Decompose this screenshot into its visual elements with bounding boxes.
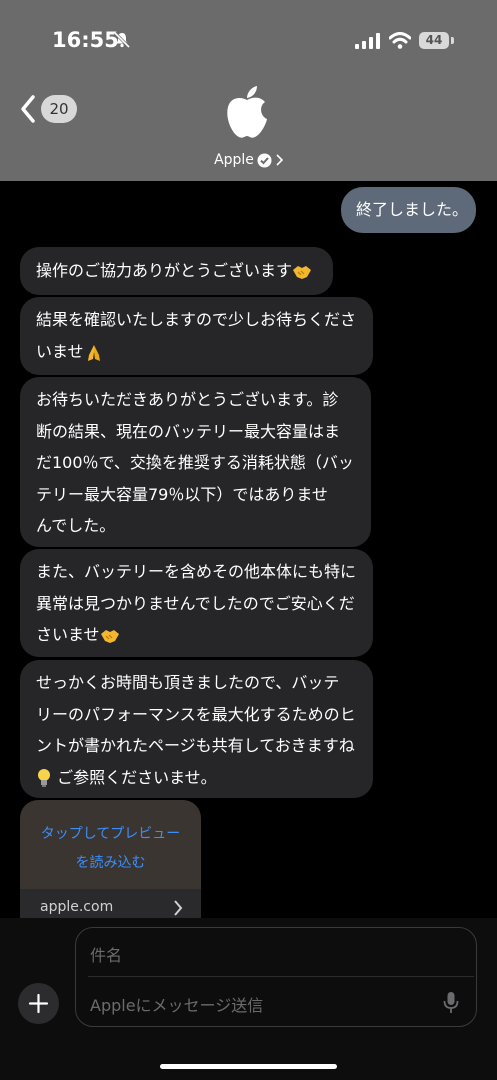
link-preview-line: を読み込む [75, 855, 146, 871]
incoming-message-bubble[interactable]: 結果を確認いたしますので少しお待ちくださ いませ [20, 297, 373, 375]
battery-nub [451, 37, 454, 44]
message-line: リーのパフォーマンスを最大化するためのヒ [36, 704, 356, 724]
message-line: お待ちいただきありがとうございます。診 [36, 390, 339, 409]
message-line: んでした。 [36, 516, 116, 535]
compose-divider [88, 976, 474, 977]
back-chevron-icon[interactable] [19, 94, 37, 124]
verified-badge-icon [257, 153, 272, 167]
message-line: 異常は見つかりませんでしたのでご安心くだ [36, 593, 355, 613]
status-time: 16:55 [52, 28, 119, 52]
wifi-icon [389, 32, 411, 49]
mic-icon[interactable] [443, 991, 459, 1015]
outgoing-message-bubble[interactable]: 終了しました。 [341, 187, 476, 233]
message-line: ントが書かれたページも共有しておきますね [36, 736, 355, 755]
incoming-message-bubble[interactable]: 操作のご協力ありがとうございます [20, 247, 333, 295]
chevron-right-icon [276, 154, 283, 166]
signal-icon [355, 33, 380, 49]
message-line: せっかくお時間も頂きましたので、バッテ [36, 673, 340, 692]
message-line: 結果を確認いたしますので少しお待ちくださ [36, 310, 357, 329]
message-line: さいませ [36, 625, 100, 644]
message-line: いませ [36, 341, 84, 361]
link-preview-prompt[interactable]: タップしてプレビュー を読み込む [20, 820, 201, 878]
message-line: だ100％で、交換を推奨する消耗状態（バッ [36, 453, 354, 472]
message-line: テリー最大容量79％以下）ではありませ [36, 484, 328, 504]
link-domain: apple.com [40, 899, 114, 915]
handshake-emoji [100, 629, 119, 643]
battery-icon: 44 [419, 32, 449, 49]
incoming-message-bubble[interactable]: また、バッテリーを含めその他本体にも特に 異常は見つかりませんでしたのでご安心く… [20, 549, 373, 657]
message-line: また、バッテリーを含めその他本体にも特に [36, 562, 357, 581]
link-preview-line: タップしてプレビュー [40, 826, 181, 842]
mute-icon [113, 31, 131, 49]
pray-emoji [87, 345, 100, 361]
message-line: ご参照くださいませ。 [57, 767, 217, 787]
handshake-emoji [293, 265, 312, 279]
contact-name-row[interactable]: Apple [0, 152, 497, 168]
add-attachment-button[interactable] [18, 983, 59, 1024]
subject-input[interactable]: 件名 [90, 942, 122, 966]
apple-logo-icon [227, 86, 267, 138]
incoming-message-bubble[interactable]: お待ちいただきありがとうございます。診 断の結果、現在のバッテリー最大容量はま … [20, 377, 371, 547]
message-line: 断の結果、現在のバッテリー最大容量はま [36, 421, 341, 441]
home-indicator [160, 1064, 337, 1069]
contact-name: Apple [214, 152, 254, 168]
incoming-message-bubble[interactable]: せっかくお時間も頂きましたので、バッテ リーのパフォーマンスを最大化するためのヒ… [20, 660, 373, 798]
message-input[interactable]: Appleにメッセージ送信 [90, 992, 263, 1016]
lightbulb-emoji [38, 769, 50, 787]
message-text: 操作のご協力ありがとうございます [36, 261, 293, 280]
chevron-right-icon [174, 900, 183, 916]
plus-icon [28, 993, 49, 1014]
back-unread-badge[interactable]: 20 [41, 95, 77, 123]
